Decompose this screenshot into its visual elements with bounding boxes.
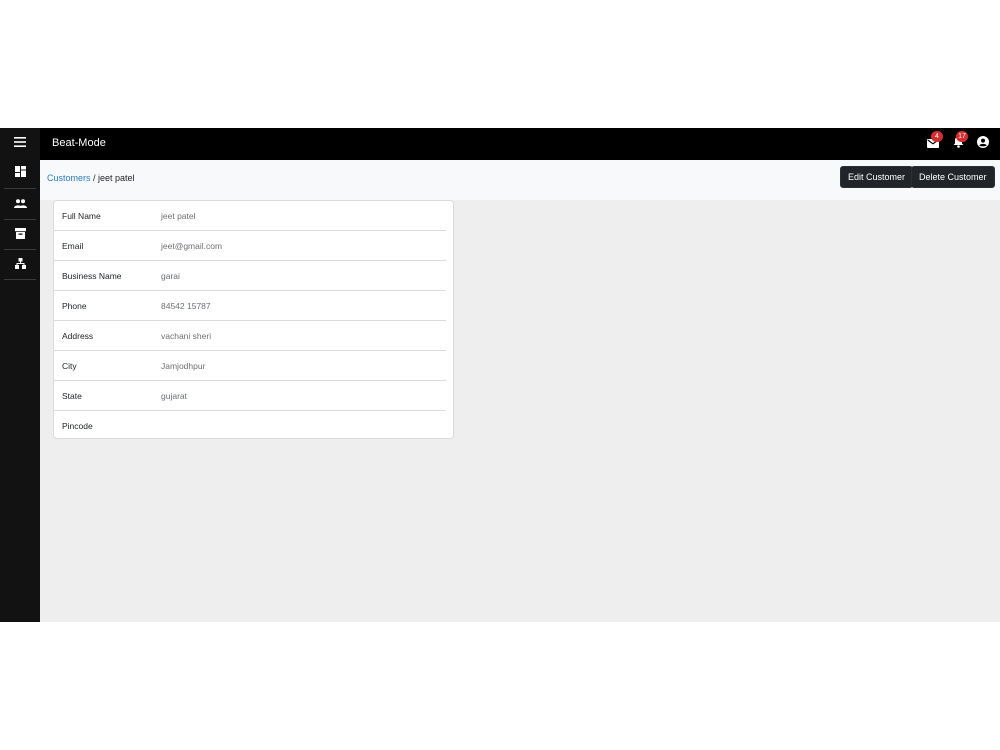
breadcrumb-customers-link[interactable]: Customers [47, 173, 91, 183]
detail-label: Email [62, 241, 84, 251]
dashboard-icon [14, 164, 26, 182]
detail-row-address: Address vachani sheri [54, 321, 446, 351]
breadcrumb-bar: Customers / jeet patel Edit Customer Del… [40, 160, 1000, 200]
menu-toggle-button[interactable] [4, 128, 36, 158]
sitemap-icon [14, 256, 26, 274]
detail-row-city: City Jamjodhpur [54, 351, 446, 381]
detail-label: Business Name [62, 271, 122, 281]
detail-value: vachani sheri [161, 331, 212, 341]
detail-row-state: State gujarat [54, 381, 446, 411]
breadcrumb-current: jeet patel [98, 173, 135, 183]
detail-label: Address [62, 331, 94, 341]
menu-icon [14, 134, 26, 152]
detail-value: 84542 15787 [161, 301, 211, 311]
sidebar-item-hierarchy[interactable] [4, 250, 36, 280]
sidebar-item-archive[interactable] [4, 220, 36, 250]
detail-label: Phone [62, 301, 87, 311]
sidebar-item-customers[interactable] [4, 189, 36, 219]
detail-row-phone: Phone 84542 15787 [54, 291, 446, 321]
people-icon [13, 195, 27, 213]
detail-row-business-name: Business Name garai [54, 261, 446, 291]
mail-button[interactable]: 4 [925, 131, 943, 152]
top-navbar: Beat-Mode 4 17 [40, 128, 1000, 160]
edit-customer-button[interactable]: Edit Customer [840, 166, 914, 188]
app-shell: Beat-Mode 4 17 Customers / jeet patel Ed… [0, 128, 1000, 622]
detail-label: State [62, 391, 82, 401]
notification-count-badge: 17 [956, 131, 968, 142]
detail-label: Full Name [62, 211, 101, 221]
detail-row-full-name: Full Name jeet patel [54, 201, 446, 231]
notifications-button[interactable]: 17 [950, 131, 968, 152]
detail-label: Pincode [62, 421, 93, 431]
account-button[interactable] [975, 136, 991, 152]
delete-customer-button[interactable]: Delete Customer [911, 166, 995, 188]
breadcrumb-separator: / [90, 173, 99, 183]
archive-icon [14, 226, 26, 244]
breadcrumb: Customers / jeet patel [47, 173, 135, 183]
detail-row-email: Email jeet@gmail.com [54, 231, 446, 261]
detail-value: gujarat [161, 391, 187, 401]
sidebar-item-dashboard[interactable] [4, 158, 36, 188]
detail-value: garai [161, 271, 180, 281]
detail-value: Jamjodhpur [161, 361, 206, 371]
sidebar [0, 128, 40, 622]
detail-label: City [62, 361, 77, 371]
app-title: Beat-Mode [52, 137, 106, 149]
account-circle-icon [977, 135, 989, 153]
customer-details-card: Full Name jeet patel Email jeet@gmail.co… [53, 200, 454, 439]
mail-count-badge: 4 [931, 131, 943, 142]
sidebar-divider [4, 279, 36, 280]
detail-value: jeet@gmail.com [161, 241, 223, 251]
detail-row-pincode: Pincode [54, 411, 446, 441]
detail-value: jeet patel [161, 211, 196, 221]
